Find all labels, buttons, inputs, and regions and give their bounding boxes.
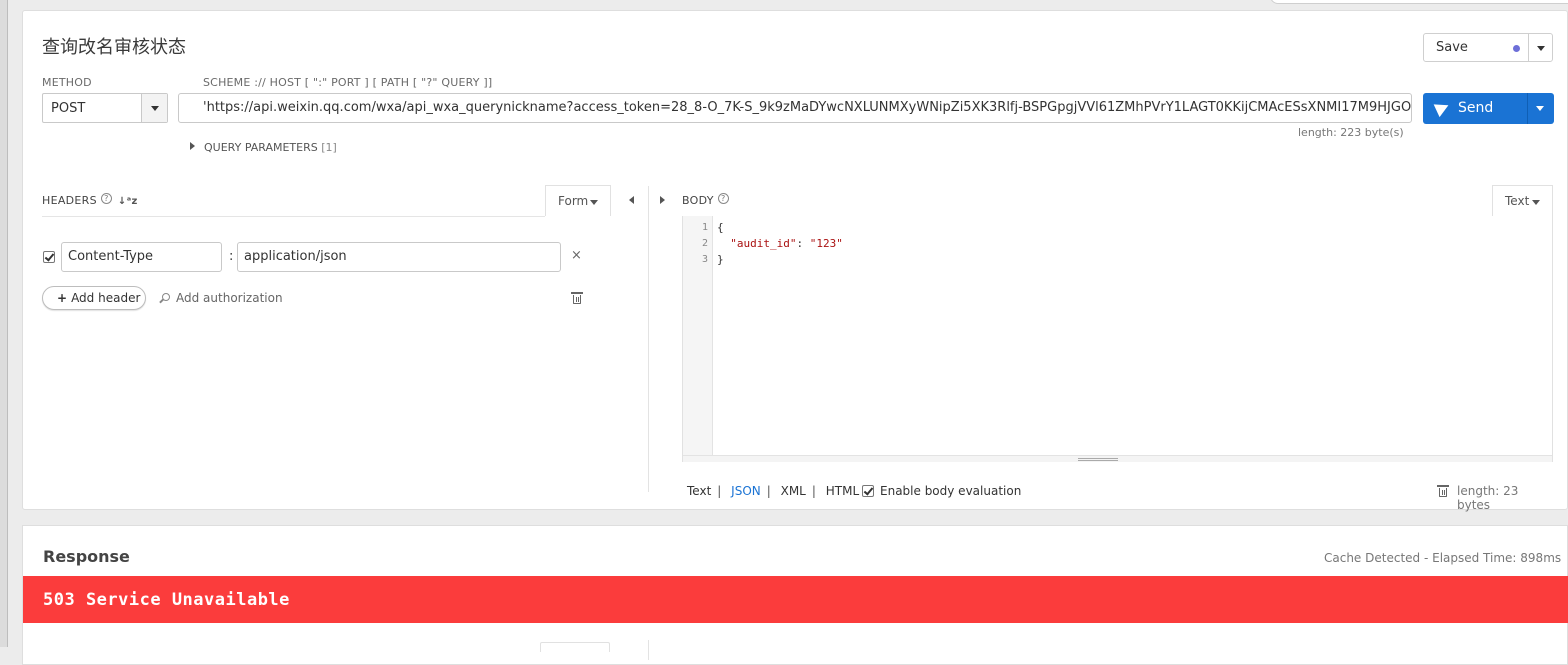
code-line: "audit_id": "123" [717, 237, 843, 250]
url-label: SCHEME :// HOST [ ":" PORT ] [ PATH [ "?… [203, 76, 493, 89]
add-authorization-link[interactable]: Add authorization [162, 291, 283, 305]
expand-triangle-icon [190, 142, 195, 150]
query-parameters-count: [1] [321, 141, 337, 154]
collapse-right-icon[interactable] [660, 196, 665, 204]
body-editor[interactable]: 1 2 3 { "audit_id": "123" } [682, 216, 1553, 462]
plus-icon: + [57, 291, 68, 305]
editor-resize-handle[interactable] [683, 455, 1552, 462]
response-splitter[interactable] [648, 640, 649, 660]
headers-mode-dropdown[interactable]: Form [545, 185, 611, 216]
pane-splitter[interactable] [648, 186, 649, 492]
save-divider [1528, 34, 1529, 61]
line-number: 3 [701, 254, 708, 265]
response-card: Response Cache Detected - Elapsed Time: … [22, 525, 1568, 665]
line-gutter: 1 2 3 [683, 216, 713, 455]
response-dropdown-stub[interactable] [540, 642, 610, 652]
save-dropdown-caret-icon[interactable] [1537, 46, 1545, 51]
send-dropdown-caret-icon[interactable] [1536, 106, 1544, 111]
grip-icon [1078, 458, 1118, 461]
status-text: 503 Service Unavailable [43, 590, 290, 610]
headers-label: HEADERS [42, 194, 97, 207]
send-label: Send [1458, 100, 1494, 116]
line-number: 1 [701, 222, 708, 233]
help-icon[interactable]: ? [717, 193, 729, 204]
unsaved-dot-icon [1513, 45, 1520, 52]
headers-mode-label: Form [558, 194, 589, 208]
body-mode-label: Text [1505, 194, 1530, 208]
headers-heading: HEADERS? ↓ᵃz [42, 193, 138, 207]
url-input[interactable]: 'https://api.weixin.qq.com/wxa/api_wxa_q… [178, 93, 1412, 123]
method-value: POST [51, 101, 86, 116]
add-header-label: Add header [71, 291, 141, 305]
add-authorization-label: Add authorization [176, 291, 283, 305]
enable-evaluation-label: Enable body evaluation [880, 484, 1022, 498]
json-value: "123" [809, 237, 843, 250]
paper-plane-icon [1433, 98, 1452, 118]
send-divider [1527, 93, 1528, 124]
chevron-down-icon [590, 200, 598, 205]
delete-all-headers-icon[interactable] [571, 292, 583, 304]
request-title[interactable]: 查询改名审核状态 [42, 33, 186, 59]
enable-evaluation-checkbox[interactable] [862, 485, 874, 497]
url-length: length: 223 byte(s) [1298, 126, 1404, 139]
help-icon[interactable]: ? [100, 193, 112, 204]
headers-pane: HEADERS? ↓ᵃz Form Content-Type : applicat… [42, 185, 634, 491]
chevron-down-icon [1532, 200, 1540, 205]
json-key: "audit_id" [730, 237, 797, 250]
header-row: Content-Type : application/json × [42, 242, 611, 272]
save-label: Save [1436, 40, 1468, 55]
request-card: 查询改名审核状态 Save METHOD SCHEME :// HOST [ "… [22, 10, 1568, 512]
response-meta: Cache Detected - Elapsed Time: 898ms [1324, 551, 1562, 565]
header-name-input[interactable]: Content-Type [61, 242, 222, 272]
method-dropdown-toggle[interactable] [141, 94, 167, 122]
send-button[interactable]: Send [1423, 93, 1554, 124]
body-length: length: 23 bytes [1457, 484, 1519, 512]
format-html[interactable]: HTML [826, 484, 859, 498]
json-colon: : [796, 237, 810, 250]
left-window-edge [0, 0, 8, 647]
body-format-switcher: Text | JSON | XML | HTML [687, 484, 860, 498]
key-icon [162, 293, 170, 301]
header-colon: : [229, 249, 234, 264]
query-parameters-toggle[interactable]: QUERY PARAMETERS [1] [190, 141, 337, 154]
line-number: 2 [701, 238, 708, 249]
save-button[interactable]: Save [1423, 33, 1553, 62]
top-search-stub [1270, 0, 1568, 4]
add-header-button[interactable]: + Add header [42, 286, 146, 310]
format-xml[interactable]: XML [781, 484, 806, 498]
headers-divider [42, 216, 545, 217]
chevron-down-icon [151, 106, 159, 111]
header-enabled-checkbox[interactable] [43, 251, 55, 263]
body-mode-dropdown[interactable]: Text [1492, 185, 1553, 216]
body-pane: BODY? Text 1 2 3 { "audit_id": "123" } T… [660, 185, 1553, 512]
method-select[interactable]: POST [42, 93, 168, 123]
method-label: METHOD [42, 76, 92, 89]
status-bar: 503 Service Unavailable [23, 576, 1568, 623]
body-label: BODY [682, 194, 714, 207]
code-line: { [717, 221, 724, 234]
format-text[interactable]: Text [687, 484, 711, 498]
response-title: Response [43, 547, 130, 566]
clear-body-icon[interactable] [1437, 485, 1449, 497]
query-parameters-label: QUERY PARAMETERS [204, 141, 318, 154]
format-json[interactable]: JSON [731, 484, 761, 498]
header-value-input[interactable]: application/json [237, 242, 561, 272]
body-heading: BODY? [682, 193, 729, 207]
code-line: } [717, 253, 724, 266]
sort-az-icon[interactable]: ↓ᵃz [118, 196, 138, 207]
remove-header-icon[interactable]: × [571, 248, 582, 263]
collapse-left-icon[interactable] [629, 196, 634, 204]
enable-evaluation-toggle[interactable]: Enable body evaluation [862, 484, 1021, 498]
